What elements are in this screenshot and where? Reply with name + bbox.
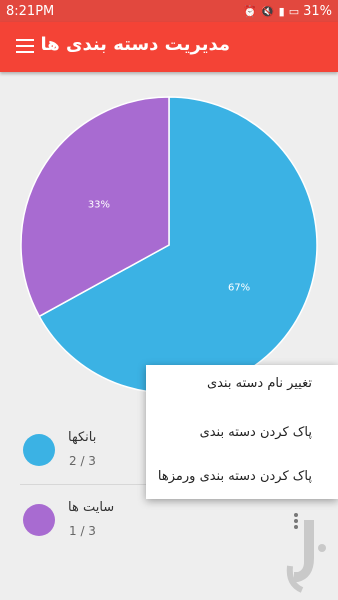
legend-color-dot <box>23 434 55 466</box>
app-logo-icon <box>286 520 326 593</box>
legend-label: بانکها <box>68 430 97 445</box>
context-menu: تغییر نام دسته بندی پاک کردن دسته بندی پ… <box>146 365 338 499</box>
page-title: مدیریت دسته بندی ها <box>40 34 230 55</box>
legend-count: 1 / 3 <box>69 524 96 538</box>
battery-percent: 31% <box>303 3 332 19</box>
status-time: 8:21PM <box>6 3 55 19</box>
pie-slice-label: 67% <box>228 282 250 293</box>
menu-item-delete-category-and-passwords[interactable]: پاک کردن دسته بندی ورمزها <box>158 469 312 484</box>
pie-slice-label: 33% <box>88 200 110 211</box>
status-bar: 8:21PM ⏰ 🔇 ▮ ▭ 31% <box>0 0 338 22</box>
hamburger-menu-icon[interactable] <box>14 35 38 59</box>
menu-item-rename[interactable]: تغییر نام دسته بندی <box>207 376 312 391</box>
alarm-icon: ⏰ <box>243 4 257 18</box>
battery-icon: ▭ <box>288 4 300 18</box>
signal-icon: ▮ <box>278 4 285 18</box>
pie-chart: 67% 33% <box>20 96 318 394</box>
status-icons: ⏰ 🔇 ▮ ▭ 31% <box>243 4 332 19</box>
legend-color-dot <box>23 504 55 536</box>
legend-label: سایت ها <box>68 500 115 515</box>
menu-item-delete-category[interactable]: پاک کردن دسته بندی <box>200 425 312 440</box>
legend-count: 2 / 3 <box>69 454 96 468</box>
mute-icon: 🔇 <box>260 4 275 18</box>
app-bar: مدیریت دسته بندی ها <box>0 22 338 72</box>
